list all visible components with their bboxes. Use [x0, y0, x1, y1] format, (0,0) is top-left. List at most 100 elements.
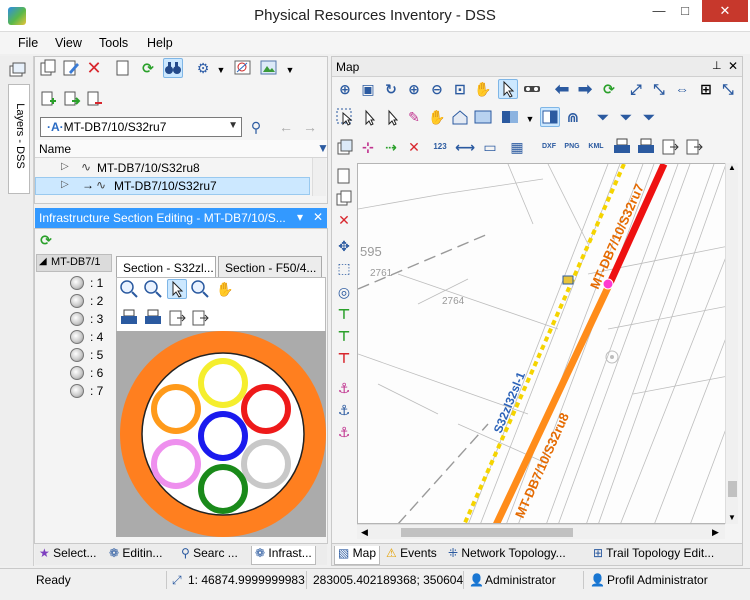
refresh-icon[interactable]: ⟳	[36, 230, 56, 250]
pin-icon[interactable]: ⊥	[712, 59, 722, 72]
zoom-full-icon[interactable]: ▣	[358, 79, 378, 99]
binoculars-icon[interactable]	[163, 58, 183, 78]
back-arrow-icon[interactable]: ⬅	[552, 79, 572, 99]
zoom-out-icon[interactable]	[143, 279, 163, 299]
fit-width-icon[interactable]: ⇔	[672, 79, 692, 99]
scroll-left-icon[interactable]: ◀	[361, 527, 368, 538]
calendar-icon[interactable]: ▦	[507, 137, 527, 157]
maximize-button[interactable]: □	[672, 0, 698, 22]
pointer-icon[interactable]	[498, 79, 518, 99]
scroll-down-icon[interactable]: ▼	[728, 513, 736, 522]
copy-icon[interactable]	[334, 188, 354, 208]
export-png-icon[interactable]: PNG	[560, 137, 584, 157]
fiber-node[interactable]: : 2	[70, 293, 112, 309]
node-move-icon[interactable]: ⇢	[381, 137, 401, 157]
chevron-down-icon[interactable]: ▼	[228, 120, 238, 131]
name-column-header[interactable]: Name	[39, 142, 71, 156]
bridge-icon[interactable]: ⋒	[563, 107, 583, 127]
export-icon[interactable]	[660, 137, 680, 157]
search-icon[interactable]: ⚲	[246, 117, 266, 137]
scroll-thumb[interactable]	[401, 528, 573, 537]
export-settings-icon[interactable]	[190, 308, 210, 328]
image-dropdown-icon[interactable]: ▼	[280, 60, 300, 80]
forward-arrow-icon[interactable]: ➡	[575, 79, 595, 99]
anchor-move-icon[interactable]: ⚓	[334, 400, 354, 420]
fiber-node[interactable]: : 5	[70, 347, 112, 363]
forward-item-icon[interactable]	[61, 89, 81, 109]
zoom-window-icon[interactable]	[190, 279, 210, 299]
list-item-selected[interactable]: ▷ → ∿ MT-DB7/10/S32ru7	[35, 177, 310, 195]
zoom-in-icon[interactable]	[119, 279, 139, 299]
menu-tools[interactable]: Tools	[99, 36, 128, 50]
tab-select[interactable]: ★ Select...	[39, 546, 96, 565]
eraser-icon[interactable]: ✎	[404, 107, 424, 127]
filter-add-icon[interactable]: ⏷	[593, 107, 613, 127]
zoom-in-icon[interactable]: ⊕	[404, 79, 424, 99]
map-horizontal-scrollbar[interactable]: ◀ ▶	[357, 524, 725, 539]
select-poly-icon[interactable]	[358, 107, 378, 127]
hand-select-icon[interactable]: ✋	[427, 107, 447, 127]
new-doc-icon[interactable]	[112, 58, 132, 78]
layer-dropdown-icon[interactable]: ▼	[520, 109, 540, 129]
refresh-icon[interactable]: ⟳	[138, 58, 158, 78]
tab-events[interactable]: ⚠ Events	[386, 546, 437, 565]
select-add-icon[interactable]	[381, 107, 401, 127]
zoom-extent-icon[interactable]: ⊕	[335, 79, 355, 99]
anchor-remove-icon[interactable]: ⚓	[334, 422, 354, 442]
zoom-out-icon[interactable]: ⊖	[427, 79, 447, 99]
close-button[interactable]: ✕	[702, 0, 748, 22]
forward-arrow-icon[interactable]: →	[300, 117, 320, 137]
layer-select-icon[interactable]	[500, 107, 520, 127]
building-icon[interactable]	[450, 107, 470, 127]
tab-editing[interactable]: ❁ Editin...	[109, 546, 162, 565]
map-vertical-scrollbar[interactable]: ▲ ▼	[725, 163, 738, 524]
settings-dropdown-icon[interactable]: ▼	[211, 60, 231, 80]
tree-root[interactable]: ◢ MT-DB7/1	[36, 254, 112, 272]
filter-remove-icon[interactable]: ⏷	[616, 107, 636, 127]
pointer-icon[interactable]	[167, 279, 187, 299]
select-area-icon[interactable]: ⬚	[334, 258, 354, 278]
menu-view[interactable]: View	[55, 36, 82, 50]
print-preview-icon[interactable]	[636, 137, 656, 157]
layers-copy-icon[interactable]	[335, 137, 355, 157]
panel-close-icon[interactable]: ✕	[313, 210, 323, 224]
measure-icon[interactable]	[522, 79, 542, 99]
settings-icon[interactable]: ⚙	[193, 58, 213, 78]
fiber-node[interactable]: : 3	[70, 311, 112, 327]
tab-trail-topology[interactable]: ⊞ Trail Topology Edit...	[593, 546, 714, 565]
minimize-button[interactable]: —	[646, 0, 672, 22]
map-canvas[interactable]: 595 2761 2764 MT-DB7/10/S32ru7 MT-DB7/10…	[357, 163, 738, 524]
scroll-up-icon[interactable]: ▲	[728, 163, 736, 172]
measure-distance-icon[interactable]: ⟷	[455, 137, 475, 157]
list-scrollbar[interactable]	[312, 158, 326, 196]
side-tab-layers[interactable]: Layers - DSS	[8, 84, 30, 194]
image-export-icon[interactable]	[259, 58, 279, 78]
menu-help[interactable]: Help	[147, 36, 173, 50]
new-layer-icon[interactable]	[334, 166, 354, 186]
expand-icon[interactable]: ⤢	[626, 79, 646, 99]
export-dxf-icon[interactable]: DXF	[537, 137, 561, 157]
refresh-icon[interactable]: ⟳	[599, 79, 619, 99]
shrink-icon[interactable]: ⤡	[718, 79, 738, 99]
ruler-icon[interactable]: 123	[430, 137, 450, 157]
highlight-icon[interactable]	[473, 107, 493, 127]
back-arrow-icon[interactable]: ←	[276, 117, 296, 137]
filter-icon[interactable]: ▼	[317, 141, 329, 155]
split-view-icon[interactable]	[540, 107, 560, 127]
tab-section-s32zl[interactable]: Section - S32zl...	[116, 256, 216, 278]
export-kml-icon[interactable]: KML	[584, 137, 608, 157]
tab-map[interactable]: ▧ Map	[334, 546, 381, 565]
fiber-node[interactable]: : 7	[70, 383, 112, 399]
filter-clear-icon[interactable]: ⏷	[639, 107, 659, 127]
tab-network-topology[interactable]: ⁜ Network Topology...	[448, 546, 566, 565]
vertex-add-icon[interactable]: ⊤	[334, 304, 354, 324]
export-icon[interactable]	[167, 308, 187, 328]
map-link-icon[interactable]	[233, 58, 253, 78]
menu-file[interactable]: File	[18, 36, 38, 50]
select-rect-icon[interactable]	[335, 107, 355, 127]
node-add-icon[interactable]: ⊹	[358, 137, 378, 157]
pan-hand-icon[interactable]: ✋	[473, 79, 493, 99]
pan-hand-icon[interactable]: ✋	[215, 279, 235, 299]
scroll-right-icon[interactable]: ▶	[712, 527, 719, 538]
fiber-node[interactable]: : 6	[70, 365, 112, 381]
